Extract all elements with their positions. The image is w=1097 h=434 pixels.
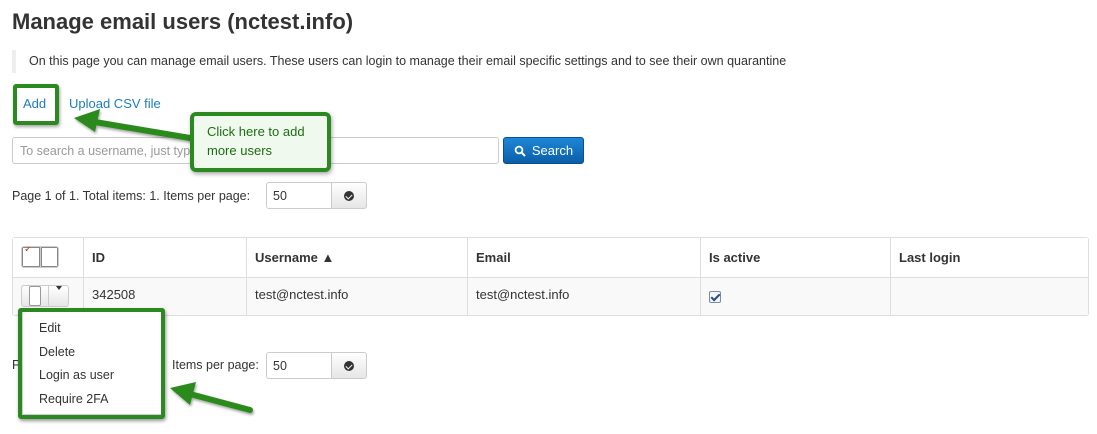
annotation-arrows (74, 109, 253, 413)
add-users-callout: Click here to add more users (190, 112, 331, 172)
arrow-to-add-icon (74, 109, 193, 141)
arrow-to-menu-icon (170, 382, 253, 413)
